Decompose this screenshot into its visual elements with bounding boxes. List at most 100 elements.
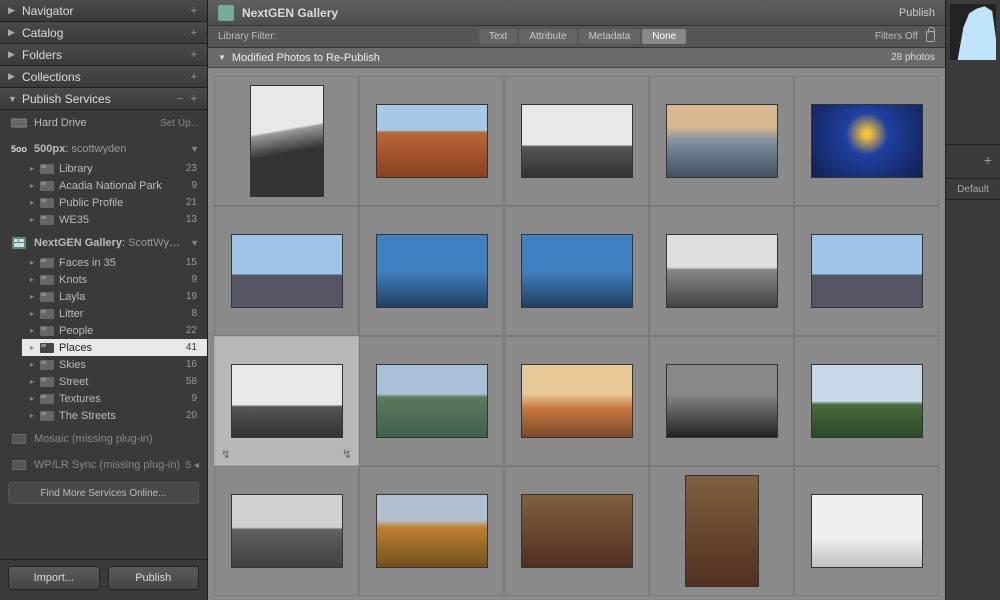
plus-icon[interactable]: + xyxy=(191,27,199,39)
thumbnail-cell[interactable] xyxy=(214,206,359,336)
service-label: 500px: scottwyden xyxy=(34,143,186,155)
collection-places[interactable]: ▸Places41 xyxy=(22,339,207,356)
thumbnail-cell[interactable] xyxy=(359,206,504,336)
collection-count: 20 xyxy=(180,410,197,421)
thumbnail-cell[interactable] xyxy=(214,466,359,596)
thumbnail-cell[interactable] xyxy=(359,336,504,466)
nextgen-icon xyxy=(218,5,234,21)
thumbnail-cell[interactable]: ↯↯ xyxy=(214,336,359,466)
filter-tab-none[interactable]: None xyxy=(642,29,686,44)
add-button[interactable]: + xyxy=(946,144,1000,174)
histogram xyxy=(950,4,996,60)
thumbnail-image xyxy=(811,234,923,308)
thumbnail-image xyxy=(666,364,778,438)
panel-collections[interactable]: ▶Collections+ xyxy=(0,66,207,88)
service-500px[interactable]: 5oo 500px: scottwyden ▼ xyxy=(0,138,207,160)
collection-faces-in-35[interactable]: ▸Faces in 3515 xyxy=(22,254,207,271)
flag-icon[interactable]: ↯ xyxy=(221,447,231,461)
thumbnail-cell[interactable] xyxy=(359,466,504,596)
collection-icon xyxy=(40,394,54,404)
chevron-right-icon: ▸ xyxy=(30,198,40,207)
panel-folders[interactable]: ▶ Folders+ xyxy=(0,44,207,66)
thumbnail-cell[interactable] xyxy=(214,76,359,206)
collection-label: Layla xyxy=(59,291,180,303)
publish-services-header[interactable]: ▼ Publish Services − + xyxy=(0,88,207,110)
service-label: Hard Drive xyxy=(34,117,156,129)
collection-we35[interactable]: ▸WE3513 xyxy=(22,211,207,228)
collection-label: Public Profile xyxy=(59,197,180,209)
service-count: 5 ◂ xyxy=(186,460,199,471)
filter-tab-text[interactable]: Text xyxy=(479,29,517,44)
collection-label: Acadia National Park xyxy=(59,180,185,192)
thumbnail-cell[interactable] xyxy=(649,206,794,336)
chevron-right-icon: ▸ xyxy=(30,164,40,173)
main-content: NextGEN Gallery Publish Library Filter: … xyxy=(208,0,945,600)
thumbnail-cell[interactable] xyxy=(504,336,649,466)
filter-tab-attribute[interactable]: Attribute xyxy=(519,29,576,44)
collection-the-streets[interactable]: ▸The Streets20 xyxy=(22,407,207,424)
collection-street[interactable]: ▸Street58 xyxy=(22,373,207,390)
collection-textures[interactable]: ▸Textures9 xyxy=(22,390,207,407)
thumbnail-cell[interactable] xyxy=(504,76,649,206)
collection-acadia-national-park[interactable]: ▸Acadia National Park9 xyxy=(22,177,207,194)
thumbnail-cell[interactable] xyxy=(794,466,939,596)
panel-title: Collections xyxy=(22,70,191,84)
collection-count: 21 xyxy=(180,197,197,208)
collection-count: 15 xyxy=(180,257,197,268)
chevron-right-icon: ▶ xyxy=(8,49,18,60)
import-button[interactable]: Import... xyxy=(8,566,100,590)
collection-icon xyxy=(40,326,54,336)
service-missing[interactable]: Mosaic (missing plug-in) xyxy=(0,428,207,450)
collection-count: 23 xyxy=(180,163,197,174)
filter-tab-metadata[interactable]: Metadata xyxy=(579,29,641,44)
service-missing[interactable]: WP/LR Sync (missing plug-in)5 ◂ xyxy=(0,454,207,476)
chevron-right-icon: ▸ xyxy=(30,181,40,190)
filter-label: Library Filter: xyxy=(218,31,276,42)
plus-icon[interactable]: + xyxy=(191,71,199,83)
nextgen-icon xyxy=(10,237,28,249)
thumbnail-image xyxy=(376,234,488,308)
thumbnail-cell[interactable] xyxy=(794,206,939,336)
thumbnail-cell[interactable] xyxy=(794,336,939,466)
thumbnail-cell[interactable] xyxy=(649,466,794,596)
collection-skies[interactable]: ▸Skies16 xyxy=(22,356,207,373)
setup-link[interactable]: Set Up... xyxy=(160,118,199,129)
thumbnail-cell[interactable] xyxy=(504,466,649,596)
publish-button[interactable]: Publish xyxy=(108,566,200,590)
publish-button[interactable]: Publish xyxy=(899,7,935,19)
collection-public-profile[interactable]: ▸ Public Profile21 xyxy=(22,194,207,211)
thumbnail-cell[interactable] xyxy=(359,76,504,206)
thumbnail-image xyxy=(376,364,488,438)
plus-icon[interactable]: + xyxy=(191,5,199,17)
chevron-right-icon: ▸ xyxy=(30,309,40,318)
panel-catalog[interactable]: ▶Catalog+ xyxy=(0,22,207,44)
lock-icon[interactable] xyxy=(926,31,935,42)
service-nextgen[interactable]: NextGEN Gallery: ScottWyde… ▼ xyxy=(0,232,207,254)
thumbnail-image xyxy=(231,234,343,308)
plus-minus-icon[interactable]: − + xyxy=(177,93,199,105)
collection-layla[interactable]: ▸Layla19 xyxy=(22,288,207,305)
preset-default[interactable]: Default xyxy=(946,178,1000,200)
service-hard-drive[interactable]: Hard Drive Set Up... xyxy=(0,112,207,134)
collection-icon xyxy=(40,377,54,387)
collection-count: 13 xyxy=(180,214,197,225)
collection-people[interactable]: ▸People22 xyxy=(22,322,207,339)
panel-title: Folders xyxy=(22,48,191,62)
thumbnail-image xyxy=(811,494,923,568)
panel-navigator[interactable]: ▶Navigator+ xyxy=(0,0,207,22)
collection-knots[interactable]: ▸Knots9 xyxy=(22,271,207,288)
collection-icon xyxy=(40,198,54,208)
collection-icon xyxy=(40,258,54,268)
thumbnail-cell[interactable] xyxy=(649,76,794,206)
collection-litter[interactable]: ▸Litter8 xyxy=(22,305,207,322)
filters-off-label[interactable]: Filters Off xyxy=(875,31,918,42)
plus-icon[interactable]: + xyxy=(191,49,199,61)
section-header[interactable]: ▼ Modified Photos to Re-Publish 28 photo… xyxy=(208,48,945,68)
flag-icon[interactable]: ↯ xyxy=(342,447,352,461)
collection-library[interactable]: ▸Library23 xyxy=(22,160,207,177)
thumbnail-cell[interactable] xyxy=(794,76,939,206)
find-services-button[interactable]: Find More Services Online... xyxy=(8,482,199,504)
thumbnail-cell[interactable] xyxy=(649,336,794,466)
chevron-right-icon: ▸ xyxy=(30,360,40,369)
thumbnail-cell[interactable] xyxy=(504,206,649,336)
